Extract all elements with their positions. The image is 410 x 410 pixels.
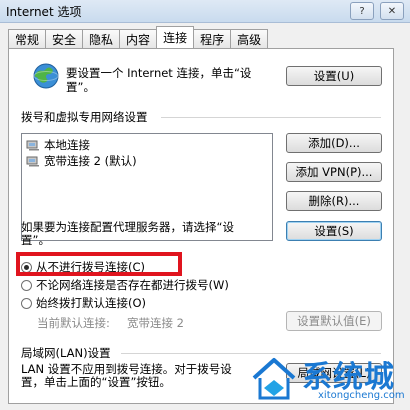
- add-button[interactable]: 添加(D)...: [286, 133, 382, 153]
- delete-button[interactable]: 删除(R)...: [286, 191, 382, 211]
- dialup-section-title: 拨号和虚拟专用网络设置: [21, 110, 148, 124]
- radio-button[interactable]: [21, 279, 32, 291]
- add-vpn-button[interactable]: 添加 VPN(P)...: [286, 162, 382, 182]
- tab-general[interactable]: 常规: [8, 29, 47, 48]
- tab-security[interactable]: 安全: [45, 29, 84, 48]
- set-default-button[interactable]: 设置默认值(E): [286, 311, 382, 331]
- tab-content[interactable]: 内容: [119, 29, 158, 48]
- window-title: Internet 选项: [6, 5, 82, 19]
- proxy-hint-text: 如果要为连接配置代理服务器，请选择“设 置”。: [21, 220, 234, 247]
- current-default-label: 当前默认连接:: [37, 316, 110, 330]
- highlight-box: [16, 252, 182, 276]
- list-item[interactable]: 宽带连接 2 (默认): [26, 153, 137, 169]
- help-icon: ?: [359, 5, 365, 17]
- tab-programs[interactable]: 程序: [193, 29, 232, 48]
- connection-name: 宽带连接 2 (默认): [44, 154, 137, 168]
- radio-always-dial-default[interactable]: 始终拨打默认连接(O): [21, 295, 146, 311]
- dialup-divider: [161, 117, 381, 118]
- network-connection-icon: [26, 156, 39, 167]
- radio-label: 始终拨打默认连接(O): [36, 296, 147, 310]
- radio-button[interactable]: [21, 297, 32, 309]
- close-icon: ✕: [387, 5, 397, 17]
- help-button[interactable]: ?: [350, 2, 374, 20]
- tab-connections[interactable]: 连接: [156, 26, 195, 48]
- lan-section-title: 局域网(LAN)设置: [21, 346, 111, 360]
- network-connection-icon: [26, 140, 39, 151]
- site-watermark: 系统城 xitongcheng.com: [240, 350, 410, 410]
- list-item[interactable]: 本地连接: [26, 137, 90, 153]
- title-bar: Internet 选项 ? ✕: [0, 0, 410, 23]
- connection-name: 本地连接: [44, 138, 90, 152]
- tab-strip: 常规 安全 隐私 内容 连接 程序 高级: [8, 26, 269, 49]
- tab-privacy[interactable]: 隐私: [82, 29, 121, 48]
- setup-text: 要设置一个 Internet 连接，单击“设 置”。: [66, 66, 252, 94]
- connection-settings-button[interactable]: 设置(S): [286, 221, 382, 241]
- tab-advanced[interactable]: 高级: [230, 29, 269, 48]
- house-logo-icon: [252, 358, 296, 400]
- window-controls: ? ✕: [350, 2, 404, 20]
- current-default-value: 宽带连接 2: [127, 316, 184, 330]
- setup-button[interactable]: 设置(U): [286, 66, 382, 86]
- globe-network-icon: [33, 63, 59, 89]
- radio-dial-when-no-network[interactable]: 不论网络连接是否存在都进行拨号(W): [21, 277, 229, 293]
- radio-label: 不论网络连接是否存在都进行拨号(W): [36, 278, 229, 292]
- close-button[interactable]: ✕: [380, 2, 404, 20]
- watermark-url: xitongcheng.com: [318, 390, 405, 401]
